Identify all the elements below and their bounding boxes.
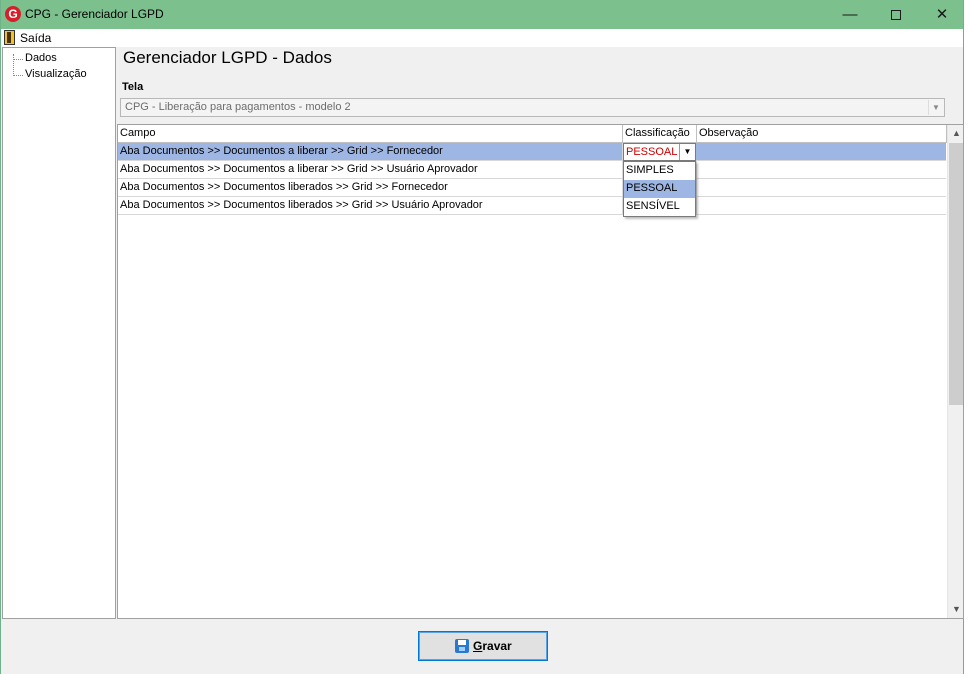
tree-item-dados[interactable]: Dados	[25, 52, 57, 64]
campo-cell: Aba Documentos >> Documentos liberados >…	[118, 197, 623, 215]
classificacao-dropdown-list: SIMPLES PESSOAL SENSÍVEL	[623, 161, 696, 217]
scroll-down-icon[interactable]: ▼	[948, 601, 963, 618]
observacao-cell[interactable]	[697, 179, 946, 197]
chevron-down-icon[interactable]: ▼	[679, 144, 695, 160]
title-bar[interactable]: G CPG - Gerenciador LGPD — ✕	[1, 0, 963, 29]
observacao-cell[interactable]	[697, 197, 946, 215]
classificacao-editor-value[interactable]: PESSOAL	[626, 146, 677, 158]
menu-item-exit[interactable]: Saída	[20, 31, 51, 45]
table-row[interactable]: Aba Documentos >> Documentos a liberar >…	[118, 143, 946, 161]
scroll-up-icon[interactable]: ▲	[948, 125, 963, 142]
save-button-label: Gravar	[473, 639, 512, 653]
column-header-classificacao[interactable]: Classificação	[623, 125, 697, 143]
window-title: CPG - Gerenciador LGPD	[25, 7, 164, 21]
campo-cell: Aba Documentos >> Documentos a liberar >…	[118, 143, 623, 161]
menu-bar	[1, 29, 963, 47]
maximize-button[interactable]	[873, 0, 919, 29]
tree-item-visualizacao[interactable]: Visualização	[25, 68, 87, 80]
dropdown-option-simples[interactable]: SIMPLES	[624, 162, 695, 180]
campo-cell: Aba Documentos >> Documentos a liberar >…	[118, 161, 623, 179]
table-row[interactable]: Aba Documentos >> Documentos liberados >…	[118, 179, 946, 197]
table-row[interactable]: Aba Documentos >> Documentos liberados >…	[118, 197, 946, 215]
app-window: G CPG - Gerenciador LGPD — ✕ Saída Dados…	[0, 0, 964, 674]
observacao-cell[interactable]	[697, 161, 946, 179]
tela-label: Tela	[122, 81, 144, 93]
tree-connector	[13, 59, 23, 60]
tree-connector	[13, 75, 23, 76]
minimize-button[interactable]: —	[827, 0, 873, 29]
column-header-campo[interactable]: Campo	[118, 125, 623, 143]
column-header-observacao[interactable]: Observação	[697, 125, 947, 143]
page-title: Gerenciador LGPD - Dados	[123, 48, 332, 67]
vertical-scrollbar[interactable]: ▲ ▼	[947, 125, 963, 618]
save-button[interactable]: Gravar	[418, 631, 548, 661]
exit-door-icon[interactable]	[4, 30, 15, 45]
dropdown-option-sensivel[interactable]: SENSÍVEL	[624, 198, 695, 216]
chevron-down-icon[interactable]: ▼	[928, 100, 943, 115]
navigation-tree: Dados Visualização	[2, 47, 116, 619]
scrollbar-thumb[interactable]	[949, 143, 963, 405]
campo-cell: Aba Documentos >> Documentos liberados >…	[118, 179, 623, 197]
tela-select[interactable]: CPG - Liberação para pagamentos - modelo…	[120, 98, 945, 117]
close-button[interactable]: ✕	[919, 0, 965, 29]
observacao-cell[interactable]	[697, 143, 946, 161]
classificacao-combo-editor[interactable]: PESSOAL ▼	[623, 143, 696, 161]
floppy-disk-icon	[455, 639, 469, 653]
maximize-icon	[891, 10, 901, 21]
app-logo-icon: G	[5, 6, 21, 22]
table-row[interactable]: Aba Documentos >> Documentos a liberar >…	[118, 161, 946, 179]
tree-connector	[13, 54, 14, 76]
tela-select-value: CPG - Liberação para pagamentos - modelo…	[125, 101, 351, 113]
dropdown-option-pessoal[interactable]: PESSOAL	[624, 180, 695, 198]
fields-grid: Campo Classificação Observação Aba Docum…	[117, 124, 964, 619]
background-window-edge	[964, 0, 968, 674]
